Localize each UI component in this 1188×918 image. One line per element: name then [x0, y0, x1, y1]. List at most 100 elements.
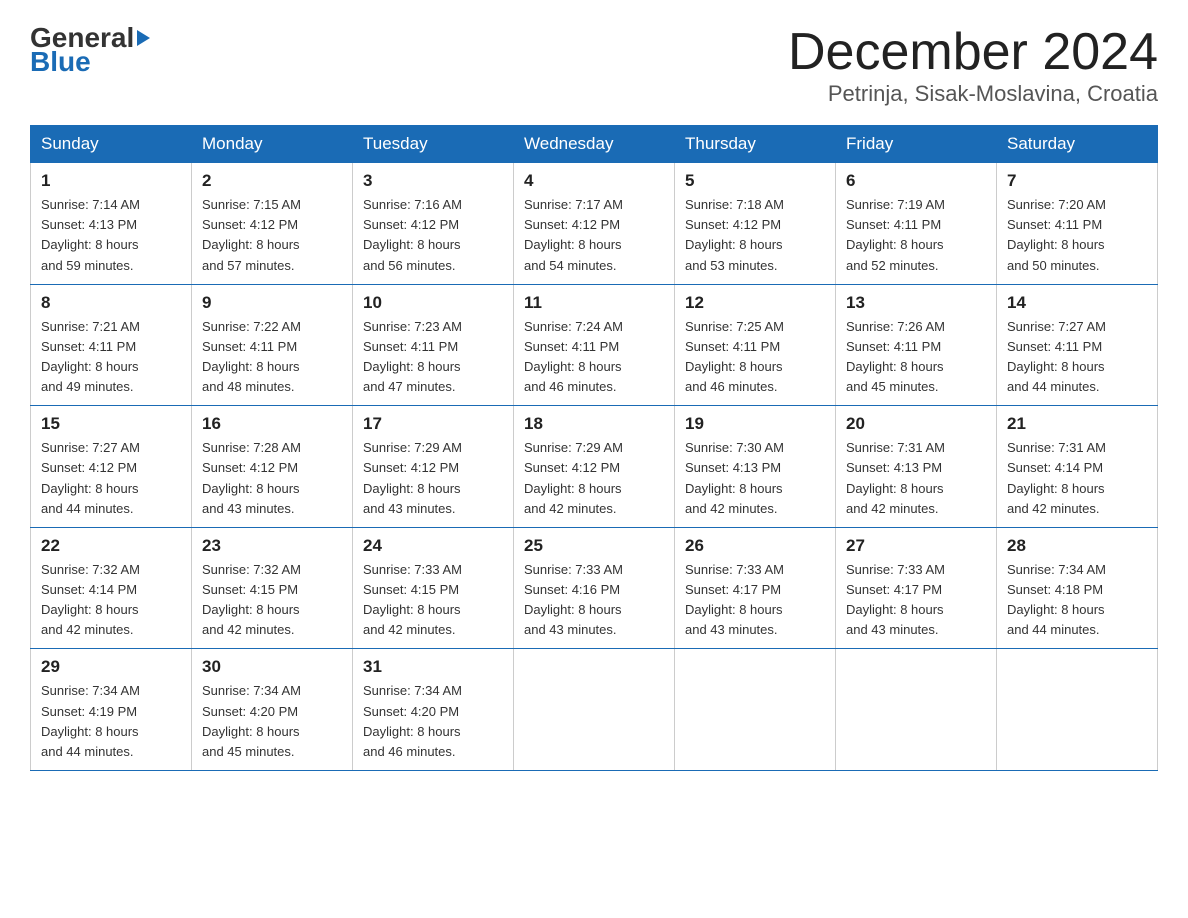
day-number: 23 [202, 536, 342, 556]
calendar-week-row: 15 Sunrise: 7:27 AMSunset: 4:12 PMDayligh… [31, 406, 1158, 528]
day-number: 7 [1007, 171, 1147, 191]
day-info: Sunrise: 7:26 AMSunset: 4:11 PMDaylight:… [846, 317, 986, 398]
day-number: 2 [202, 171, 342, 191]
day-number: 15 [41, 414, 181, 434]
day-info: Sunrise: 7:27 AMSunset: 4:12 PMDaylight:… [41, 438, 181, 519]
day-info: Sunrise: 7:34 AMSunset: 4:18 PMDaylight:… [1007, 560, 1147, 641]
calendar-day-cell: 7 Sunrise: 7:20 AMSunset: 4:11 PMDaylight… [997, 163, 1158, 285]
calendar-header-friday: Friday [836, 126, 997, 163]
day-info: Sunrise: 7:32 AMSunset: 4:15 PMDaylight:… [202, 560, 342, 641]
calendar-day-cell: 23 Sunrise: 7:32 AMSunset: 4:15 PMDayligh… [192, 527, 353, 649]
day-info: Sunrise: 7:18 AMSunset: 4:12 PMDaylight:… [685, 195, 825, 276]
day-number: 5 [685, 171, 825, 191]
day-number: 21 [1007, 414, 1147, 434]
day-number: 16 [202, 414, 342, 434]
day-info: Sunrise: 7:17 AMSunset: 4:12 PMDaylight:… [524, 195, 664, 276]
calendar-header-wednesday: Wednesday [514, 126, 675, 163]
day-info: Sunrise: 7:33 AMSunset: 4:15 PMDaylight:… [363, 560, 503, 641]
day-info: Sunrise: 7:34 AMSunset: 4:19 PMDaylight:… [41, 681, 181, 762]
day-info: Sunrise: 7:33 AMSunset: 4:16 PMDaylight:… [524, 560, 664, 641]
day-info: Sunrise: 7:33 AMSunset: 4:17 PMDaylight:… [846, 560, 986, 641]
calendar-header-monday: Monday [192, 126, 353, 163]
calendar-day-cell: 2 Sunrise: 7:15 AMSunset: 4:12 PMDaylight… [192, 163, 353, 285]
calendar-day-cell: 21Sunrise: 7:31 AMSunset: 4:14 PMDayligh… [997, 406, 1158, 528]
logo-arrow-icon [137, 30, 150, 46]
day-number: 4 [524, 171, 664, 191]
day-number: 14 [1007, 293, 1147, 313]
day-number: 17 [363, 414, 503, 434]
day-number: 29 [41, 657, 181, 677]
day-info: Sunrise: 7:22 AMSunset: 4:11 PMDaylight:… [202, 317, 342, 398]
day-info: Sunrise: 7:32 AMSunset: 4:14 PMDaylight:… [41, 560, 181, 641]
calendar-day-cell: 24Sunrise: 7:33 AMSunset: 4:15 PMDayligh… [353, 527, 514, 649]
day-info: Sunrise: 7:29 AMSunset: 4:12 PMDaylight:… [524, 438, 664, 519]
calendar-day-cell: 18 Sunrise: 7:29 AMSunset: 4:12 PMDayligh… [514, 406, 675, 528]
day-info: Sunrise: 7:30 AMSunset: 4:13 PMDaylight:… [685, 438, 825, 519]
calendar-day-cell [997, 649, 1158, 771]
calendar-day-cell: 6Sunrise: 7:19 AMSunset: 4:11 PMDaylight… [836, 163, 997, 285]
day-number: 20 [846, 414, 986, 434]
calendar-day-cell: 11 Sunrise: 7:24 AMSunset: 4:11 PMDayligh… [514, 284, 675, 406]
calendar-day-cell: 17 Sunrise: 7:29 AMSunset: 4:12 PMDayligh… [353, 406, 514, 528]
page-subtitle: Petrinja, Sisak-Moslavina, Croatia [788, 81, 1158, 107]
day-number: 27 [846, 536, 986, 556]
day-number: 9 [202, 293, 342, 313]
day-info: Sunrise: 7:31 AMSunset: 4:13 PMDaylight:… [846, 438, 986, 519]
day-number: 18 [524, 414, 664, 434]
calendar-header-sunday: Sunday [31, 126, 192, 163]
day-info: Sunrise: 7:29 AMSunset: 4:12 PMDaylight:… [363, 438, 503, 519]
day-info: Sunrise: 7:19 AMSunset: 4:11 PMDaylight:… [846, 195, 986, 276]
calendar-header-tuesday: Tuesday [353, 126, 514, 163]
calendar-table: SundayMondayTuesdayWednesdayThursdayFrid… [30, 125, 1158, 771]
calendar-week-row: 29 Sunrise: 7:34 AMSunset: 4:19 PMDayligh… [31, 649, 1158, 771]
calendar-day-cell: 31Sunrise: 7:34 AMSunset: 4:20 PMDayligh… [353, 649, 514, 771]
calendar-day-cell: 14Sunrise: 7:27 AMSunset: 4:11 PMDayligh… [997, 284, 1158, 406]
calendar-day-cell: 9 Sunrise: 7:22 AMSunset: 4:11 PMDaylight… [192, 284, 353, 406]
calendar-day-cell: 13 Sunrise: 7:26 AMSunset: 4:11 PMDayligh… [836, 284, 997, 406]
day-number: 30 [202, 657, 342, 677]
calendar-day-cell [836, 649, 997, 771]
day-info: Sunrise: 7:33 AMSunset: 4:17 PMDaylight:… [685, 560, 825, 641]
logo-blue-text: Blue [30, 48, 150, 76]
calendar-day-cell: 16 Sunrise: 7:28 AMSunset: 4:12 PMDayligh… [192, 406, 353, 528]
calendar-day-cell: 4 Sunrise: 7:17 AMSunset: 4:12 PMDaylight… [514, 163, 675, 285]
calendar-day-cell: 26 Sunrise: 7:33 AMSunset: 4:17 PMDayligh… [675, 527, 836, 649]
calendar-day-cell: 28 Sunrise: 7:34 AMSunset: 4:18 PMDayligh… [997, 527, 1158, 649]
calendar-day-cell: 12Sunrise: 7:25 AMSunset: 4:11 PMDayligh… [675, 284, 836, 406]
calendar-header-thursday: Thursday [675, 126, 836, 163]
day-number: 12 [685, 293, 825, 313]
day-info: Sunrise: 7:21 AMSunset: 4:11 PMDaylight:… [41, 317, 181, 398]
calendar-day-cell: 15 Sunrise: 7:27 AMSunset: 4:12 PMDayligh… [31, 406, 192, 528]
day-info: Sunrise: 7:34 AMSunset: 4:20 PMDaylight:… [202, 681, 342, 762]
day-number: 26 [685, 536, 825, 556]
calendar-day-cell: 19 Sunrise: 7:30 AMSunset: 4:13 PMDayligh… [675, 406, 836, 528]
page-title: December 2024 [788, 24, 1158, 81]
day-number: 22 [41, 536, 181, 556]
calendar-day-cell [675, 649, 836, 771]
day-number: 28 [1007, 536, 1147, 556]
title-area: December 2024 Petrinja, Sisak-Moslavina,… [788, 24, 1158, 107]
calendar-day-cell: 5 Sunrise: 7:18 AMSunset: 4:12 PMDaylight… [675, 163, 836, 285]
calendar-day-cell: 8Sunrise: 7:21 AMSunset: 4:11 PMDaylight… [31, 284, 192, 406]
day-info: Sunrise: 7:23 AMSunset: 4:11 PMDaylight:… [363, 317, 503, 398]
day-number: 25 [524, 536, 664, 556]
day-info: Sunrise: 7:28 AMSunset: 4:12 PMDaylight:… [202, 438, 342, 519]
calendar-day-cell [514, 649, 675, 771]
day-info: Sunrise: 7:24 AMSunset: 4:11 PMDaylight:… [524, 317, 664, 398]
day-info: Sunrise: 7:20 AMSunset: 4:11 PMDaylight:… [1007, 195, 1147, 276]
day-number: 19 [685, 414, 825, 434]
day-number: 13 [846, 293, 986, 313]
calendar-day-cell: 10 Sunrise: 7:23 AMSunset: 4:11 PMDayligh… [353, 284, 514, 406]
calendar-day-cell: 20 Sunrise: 7:31 AMSunset: 4:13 PMDayligh… [836, 406, 997, 528]
calendar-day-cell: 3Sunrise: 7:16 AMSunset: 4:12 PMDaylight… [353, 163, 514, 285]
calendar-day-cell: 27 Sunrise: 7:33 AMSunset: 4:17 PMDayligh… [836, 527, 997, 649]
calendar-week-row: 8Sunrise: 7:21 AMSunset: 4:11 PMDaylight… [31, 284, 1158, 406]
day-number: 11 [524, 293, 664, 313]
calendar-week-row: 1Sunrise: 7:14 AMSunset: 4:13 PMDaylight… [31, 163, 1158, 285]
day-number: 10 [363, 293, 503, 313]
calendar-week-row: 22 Sunrise: 7:32 AMSunset: 4:14 PMDayligh… [31, 527, 1158, 649]
day-info: Sunrise: 7:16 AMSunset: 4:12 PMDaylight:… [363, 195, 503, 276]
day-info: Sunrise: 7:15 AMSunset: 4:12 PMDaylight:… [202, 195, 342, 276]
day-number: 1 [41, 171, 181, 191]
page-header: General Blue December 2024 Petrinja, Sis… [30, 24, 1158, 107]
